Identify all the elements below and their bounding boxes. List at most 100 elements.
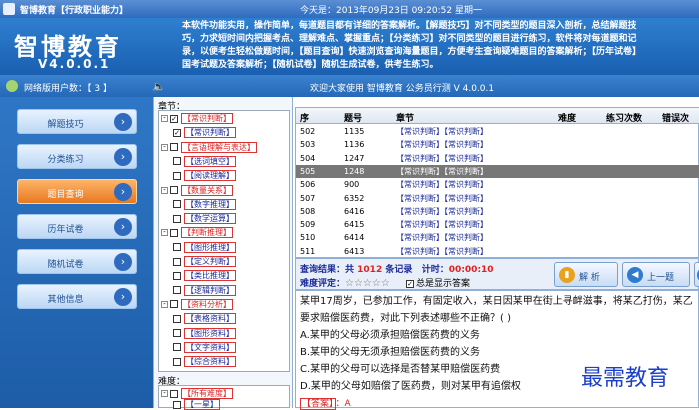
tree-item[interactable]: 【数字推理】 [173, 198, 236, 210]
chapter-tree[interactable]: - ✓ 【常识判断】 ✓ 【常识判断】 - 【言语理解与表达】 【选词填空】 【阅读理解】 - 【数… [158, 110, 290, 372]
table-row[interactable]: 505 1248 【常识判断】【常识判断】 [296, 164, 699, 178]
checkbox-icon[interactable] [173, 157, 181, 166]
table-cell: 6416 [344, 206, 365, 216]
tree-item[interactable]: 【类比推理】 [173, 270, 236, 282]
expander-icon[interactable]: - [161, 143, 168, 151]
show-answer-checkbox[interactable]: ✓ 总是显示答案 [406, 276, 470, 289]
table-row[interactable]: 507 6352 【常识判断】【常识判断】 [296, 192, 699, 205]
checkbox-icon[interactable] [173, 329, 181, 337]
checkbox-icon[interactable] [173, 171, 181, 180]
table-row[interactable]: 509 6415 【常识判断】【常识判断】 [296, 218, 699, 231]
tree-item[interactable]: - ✓ 【常识判断】 [161, 113, 233, 124]
checkbox-icon[interactable] [170, 186, 178, 194]
column-header[interactable]: 序 [300, 111, 309, 124]
checkbox-icon[interactable]: ✓ [173, 128, 181, 137]
checkbox-icon[interactable] [170, 389, 178, 398]
tree-item[interactable]: 【综合资料】 [173, 356, 236, 368]
tree-item-label: 【所有难度】 [181, 388, 233, 399]
tree-item[interactable]: - 【判断推理】 [161, 227, 233, 239]
table-row[interactable]: 510 6414 【常识判断】【常识判断】 [296, 231, 699, 244]
table-cell: 1136 [344, 140, 365, 150]
nav-button-label: 其他信息 [47, 295, 84, 305]
option-a: A.某甲的父母必须承担赔偿医药费的义务 [300, 330, 480, 341]
tree-item[interactable]: 【图形资料】 [173, 327, 236, 339]
expander-icon[interactable]: - [161, 390, 168, 397]
column-header[interactable]: 练习次数 [606, 111, 642, 124]
table-cell: 1247 [344, 153, 365, 163]
table-cell: 505 [300, 166, 316, 176]
option-b: B.某甲的父母无须承担赔偿医药费的义务 [300, 347, 481, 358]
table-row[interactable]: 511 6413 【常识判断】【常识判断】 [296, 245, 699, 258]
expander-icon[interactable]: - [161, 115, 168, 122]
tree-item[interactable]: - 【言语理解与表达】 [161, 141, 257, 153]
speaker-icon[interactable]: 🔈 [152, 80, 166, 93]
difficulty-tree[interactable]: - 【所有难度】 【一星】 [158, 385, 290, 410]
tree-item[interactable]: 【图形推理】 [173, 241, 236, 253]
column-header[interactable]: 难度 [558, 111, 576, 124]
nav-button-label: 题目查询 [47, 190, 84, 200]
chevron-right-icon: › [114, 288, 132, 306]
expander-icon[interactable]: - [161, 229, 168, 237]
expander-icon[interactable]: - [161, 186, 168, 194]
checkbox-icon[interactable]: ✓ [406, 280, 414, 288]
tree-item[interactable]: 【表格资料】 [173, 313, 236, 325]
tree-item[interactable]: 【数学运算】 [173, 213, 236, 225]
checkbox-icon[interactable] [173, 243, 181, 252]
timer-label: 计时： [421, 265, 449, 275]
result-prefix: 查询结果：共 [300, 265, 355, 275]
user-count: 网络版用户数：【 3 】 [24, 84, 112, 94]
table-header: 序 题号 章节 难度 练习次数 错误次 [296, 108, 699, 124]
column-header[interactable]: 章节 [396, 111, 414, 124]
nav-button-label: 解题技巧 [47, 120, 84, 130]
tree-item[interactable]: 【逻辑判断】 [173, 284, 236, 296]
question-stem: 某甲17周岁，已参加工作，有固定收入，某日因某甲在街上寻衅滋事，将某乙打伤，某乙… [300, 296, 693, 324]
tree-item[interactable]: 【定义判断】 [173, 256, 236, 267]
table-row[interactable]: 506 900 【常识判断】【常识判断】 [296, 178, 699, 191]
prev-button[interactable]: ◀ 上一题 [622, 262, 690, 287]
welcome-text: 欢迎大家使用 智博教育 公务员行测 V 4.0.0.1 [310, 84, 495, 94]
nav-button[interactable]: 解题技巧 › [17, 109, 137, 134]
checkbox-icon[interactable] [173, 200, 181, 209]
column-header[interactable]: 错误次 [662, 111, 689, 124]
checkbox-icon[interactable] [173, 271, 181, 280]
checkbox-icon[interactable] [173, 314, 181, 323]
column-header[interactable]: 题号 [344, 111, 362, 124]
table-row[interactable]: 503 1136 【常识判断】【常识判断】 [296, 138, 699, 151]
tree-item[interactable]: 【一星】 [173, 399, 220, 410]
tree-item[interactable]: 【阅读理解】 [173, 170, 236, 182]
tree-item[interactable]: - 【数量关系】 [161, 184, 233, 196]
tree-item-label: 【数量关系】 [181, 184, 233, 196]
checkbox-icon[interactable] [170, 300, 178, 309]
rating-stars[interactable]: ☆☆☆☆☆ [345, 278, 390, 289]
checkbox-icon[interactable] [173, 286, 181, 295]
chapter-panel: 章节： - ✓ 【常识判断】 ✓ 【常识判断】 - 【言语理解与表达】 【选词填空】 【阅读理解… [153, 97, 293, 410]
checkbox-icon[interactable] [173, 214, 181, 223]
nav-button[interactable]: 随机试卷 › [17, 249, 137, 274]
nav-button-label: 历年试卷 [47, 225, 84, 235]
checkbox-icon[interactable] [170, 228, 178, 237]
nav-button[interactable]: 历年试卷 › [17, 214, 137, 239]
table-row[interactable]: 502 1135 【常识判断】【常识判断】 [296, 125, 699, 138]
tree-item[interactable]: - 【资料分析】 [161, 298, 233, 310]
tree-item[interactable]: 【文字资料】 [173, 341, 236, 353]
tree-item[interactable]: ✓ 【常识判断】 [173, 127, 236, 139]
tree-item-label: 【常识判断】 [184, 127, 236, 139]
table-row[interactable]: 504 1247 【常识判断】【常识判断】 [296, 152, 699, 165]
tree-item[interactable]: 【选词填空】 [173, 155, 236, 167]
checkbox-icon[interactable] [170, 143, 178, 152]
question-table[interactable]: 序 题号 章节 难度 练习次数 错误次 502 1135 【常识判断】【常识判断】 503 113… [295, 107, 699, 258]
checkbox-icon[interactable]: ✓ [170, 114, 178, 123]
next-button[interactable]: ▶ [694, 262, 699, 287]
checkbox-icon[interactable] [173, 357, 181, 366]
checkbox-icon[interactable] [173, 257, 181, 266]
table-cell: 507 [300, 193, 316, 203]
parse-button[interactable]: ▮ 解 析 [554, 262, 618, 287]
nav-button[interactable]: 分类练习 › [17, 144, 137, 169]
checkbox-icon[interactable] [173, 400, 181, 409]
table-row[interactable]: 508 6416 【常识判断】【常识判断】 [296, 205, 699, 218]
expander-icon[interactable]: - [161, 300, 168, 308]
checkbox-icon[interactable] [173, 343, 181, 352]
nav-button[interactable]: 题目查询 › [17, 179, 137, 204]
nav-button[interactable]: 其他信息 › [17, 284, 137, 309]
tree-item[interactable]: - 【所有难度】 [161, 388, 233, 399]
